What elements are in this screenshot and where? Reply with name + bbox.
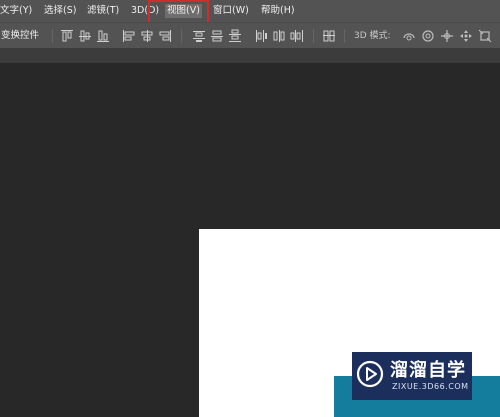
- separator: [52, 29, 53, 43]
- scale-3d-icon[interactable]: [478, 29, 492, 43]
- drag-3d-icon[interactable]: [440, 29, 454, 43]
- align-bottom-edges-icon[interactable]: [96, 29, 110, 43]
- align-horizontal-centers-icon[interactable]: [140, 29, 154, 43]
- auto-align-layers-icon[interactable]: [322, 29, 336, 43]
- distribute-left-icon[interactable]: [254, 29, 268, 43]
- align-left-edges-icon[interactable]: [122, 29, 136, 43]
- align-top-edges-icon[interactable]: [60, 29, 74, 43]
- watermark-title: 溜溜自学: [390, 360, 466, 381]
- menu-select[interactable]: 选择(S): [44, 0, 76, 22]
- distribute-right-icon[interactable]: [290, 29, 304, 43]
- separator: [344, 29, 345, 43]
- distribute-horizontal-centers-icon[interactable]: [272, 29, 286, 43]
- align-right-edges-icon[interactable]: [158, 29, 172, 43]
- separator: [313, 29, 314, 43]
- menu-help[interactable]: 帮助(H): [261, 0, 295, 22]
- rotate-3d-icon[interactable]: [402, 29, 416, 43]
- slide-3d-icon[interactable]: [459, 29, 473, 43]
- distribute-vertical-centers-icon[interactable]: [210, 29, 224, 43]
- separator: [181, 29, 182, 43]
- 3d-mode-label: 3D 模式:: [354, 31, 391, 41]
- menu-bar: 文字(Y) 选择(S) 滤镜(T) 3D(D) 视图(V) 窗口(W) 帮助(H…: [0, 0, 500, 22]
- menu-window[interactable]: 窗口(W): [213, 0, 249, 22]
- distribute-top-icon[interactable]: [192, 29, 206, 43]
- distribute-bottom-icon[interactable]: [228, 29, 242, 43]
- transform-controls-label[interactable]: 变换控件: [1, 23, 39, 49]
- roll-3d-icon[interactable]: [421, 29, 435, 43]
- align-vertical-centers-icon[interactable]: [78, 29, 92, 43]
- watermark-url: ZIXUE.3D66.COM: [392, 382, 469, 391]
- menu-type[interactable]: 文字(Y): [0, 0, 32, 22]
- panel-strip: [0, 48, 500, 64]
- menu-filter[interactable]: 滤镜(T): [87, 0, 119, 22]
- watermark-play-logo-icon: [356, 360, 384, 388]
- options-bar: 变换控件 3D 模式:: [0, 22, 500, 48]
